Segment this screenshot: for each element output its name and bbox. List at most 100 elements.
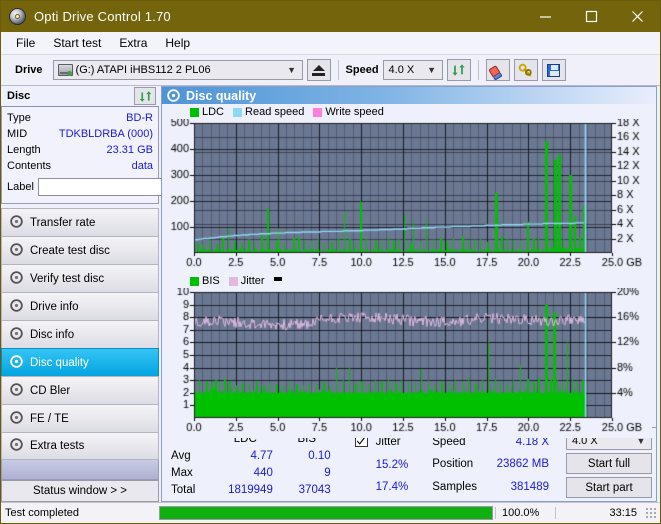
legend-label-jitter: Jitter xyxy=(240,275,265,288)
stats-panel: LDC BIS Avg 4.77 0.10 Max 440 9 Total 18… xyxy=(161,428,657,502)
speed-select[interactable]: 4.0 X ▼ xyxy=(382,60,443,80)
status-message: Test completed xyxy=(5,507,79,519)
sidebar-item-disc-quality[interactable]: Disc quality xyxy=(1,348,159,376)
main-body: Disc Type BD-R MID TDKBLDRBA (000) Lengt… xyxy=(1,86,660,502)
max-jitter-value: 17.4% xyxy=(375,480,409,493)
refresh-button[interactable] xyxy=(446,59,471,81)
eject-icon xyxy=(312,64,326,76)
row-label-max: Max xyxy=(171,466,193,479)
chevron-down-icon: ▼ xyxy=(287,65,296,75)
disc-panel-header: Disc xyxy=(1,86,159,107)
jitter-stats-table: Jitter 15.2% 17.4% xyxy=(350,431,414,498)
disc-field-mid-value: TDKBLDRBA (000) xyxy=(58,128,153,140)
minimize-icon[interactable] xyxy=(522,1,568,32)
avg-bis-value: 0.10 xyxy=(308,450,331,463)
disc-icon xyxy=(10,214,23,231)
ldc-chart-canvas xyxy=(162,119,652,274)
toolbar-divider-1 xyxy=(337,60,339,80)
row-label-total: Total xyxy=(171,483,196,496)
sidebar-item-extra-tests[interactable]: Extra tests xyxy=(1,432,159,460)
drive-select-value: (G:) ATAPI iHBS112 2 PL06 xyxy=(75,64,211,76)
progress-bar xyxy=(159,506,493,520)
menu-help[interactable]: Help xyxy=(156,34,199,52)
ldc-chart: LDC Read speed Write speed xyxy=(162,104,656,274)
sidebar-item-fe-te[interactable]: FE / TE xyxy=(1,404,159,432)
disc-icon xyxy=(10,354,23,371)
drive-toolbar: Drive (G:) ATAPI iHBS112 2 PL06 ▼ Speed … xyxy=(1,55,660,86)
start-full-button[interactable]: Start full xyxy=(566,453,652,474)
sidebar-item-cd-bler[interactable]: CD Bler xyxy=(1,376,159,404)
close-icon[interactable] xyxy=(614,1,660,32)
table-row: 17.4% xyxy=(350,476,414,498)
menu-extra[interactable]: Extra xyxy=(110,34,156,52)
sidebar-item-verify-test-disc[interactable]: Verify test disc xyxy=(1,264,159,292)
disc-label-row: Label xyxy=(7,176,247,198)
content-panel: Disc quality LDC Read speed Write speed … xyxy=(159,86,660,502)
disc-field-length: Length 23.31 GB xyxy=(7,142,153,158)
sidebar-item-label: Transfer rate xyxy=(30,216,96,229)
disc-field-length-label: Length xyxy=(7,144,41,156)
sidebar-item-label: CD Bler xyxy=(30,384,71,397)
disc-icon xyxy=(10,270,23,287)
disc-field-contents-value: data xyxy=(131,160,153,172)
start-full-label: Start full xyxy=(587,457,631,470)
sidebar-item-drive-info[interactable]: Drive info xyxy=(1,292,159,320)
eject-button[interactable] xyxy=(306,59,331,81)
disc-refresh-button[interactable] xyxy=(134,87,156,105)
menu-start-test[interactable]: Start test xyxy=(44,34,110,52)
sidebar-item-label: Create test disc xyxy=(30,244,110,257)
start-part-label: Start part xyxy=(585,481,633,494)
save-button[interactable] xyxy=(541,59,566,81)
progress-bar-fill xyxy=(160,507,492,519)
legend-item-bis: BIS xyxy=(190,275,220,287)
maximize-icon[interactable] xyxy=(568,1,614,32)
sidebar-item-disc-info[interactable]: Disc info xyxy=(1,320,159,348)
sidebar-item-transfer-rate[interactable]: Transfer rate xyxy=(1,208,159,236)
samples-stat-value: 381489 xyxy=(510,480,549,493)
total-bis-value: 37043 xyxy=(298,483,331,496)
position-stat-label: Position xyxy=(432,458,474,471)
app-disc-icon xyxy=(9,7,27,26)
tools-icon xyxy=(518,63,532,76)
legend-item-ldc: LDC xyxy=(190,106,224,118)
settings-button[interactable] xyxy=(513,59,538,81)
resize-grip[interactable] xyxy=(645,507,657,519)
disc-field-mid-label: MID xyxy=(7,128,28,140)
disc-icon xyxy=(10,410,23,427)
actions-column: 4.0 X ▼ Start full Start part xyxy=(566,431,652,498)
drive-select[interactable]: (G:) ATAPI iHBS112 2 PL06 ▼ xyxy=(52,60,303,80)
sidebar-nav: Transfer rate Create test disc Verify te… xyxy=(1,208,159,460)
elapsed-time: 33:15 xyxy=(555,507,645,519)
disc-icon xyxy=(10,326,23,343)
window-title: Opti Drive Control 1.70 xyxy=(34,9,171,24)
progress-percent: 100.0% xyxy=(495,507,555,519)
status-window-button[interactable]: Status window > > xyxy=(1,480,159,502)
legend-item-read-speed: Read speed xyxy=(233,106,304,118)
error-stats-table: LDC BIS Avg 4.77 0.10 Max 440 9 Total 18… xyxy=(166,431,336,498)
sidebar-item-create-test-disc[interactable]: Create test disc xyxy=(1,236,159,264)
sidebar-item-label: Disc quality xyxy=(30,356,89,369)
sidebar-item-label: Disc info xyxy=(30,328,75,341)
disc-icon xyxy=(10,242,23,259)
bis-chart-legend: BIS Jitter xyxy=(162,273,656,288)
disc-info-panel: Type BD-R MID TDKBLDRBA (000) Length 23.… xyxy=(1,107,247,204)
erase-button[interactable] xyxy=(485,59,510,81)
charts-container: LDC Read speed Write speed BIS Jitter xyxy=(161,104,657,439)
sidebar-item-label: Extra tests xyxy=(30,440,85,452)
sidebar-item-label: FE / TE xyxy=(30,412,69,425)
bis-chart-canvas xyxy=(162,288,652,439)
menu-file[interactable]: File xyxy=(7,34,44,52)
disc-icon xyxy=(167,89,180,102)
legend-label-ldc: LDC xyxy=(202,106,225,119)
drive-label: Drive xyxy=(15,64,43,76)
speed-label: Speed xyxy=(345,64,379,76)
legend-swatch-jitter xyxy=(228,276,238,286)
floppy-save-icon xyxy=(547,63,561,77)
menu-bar: File Start test Extra Help xyxy=(1,32,660,55)
disc-field-length-value: 23.31 GB xyxy=(106,144,153,156)
legend-swatch-bis xyxy=(190,276,199,286)
run-info-table: Speed 4.18 X Position 23862 MB Samples 3… xyxy=(427,431,554,498)
drive-icon xyxy=(10,298,23,315)
legend-marker-black xyxy=(273,276,282,281)
start-part-button[interactable]: Start part xyxy=(566,477,652,498)
